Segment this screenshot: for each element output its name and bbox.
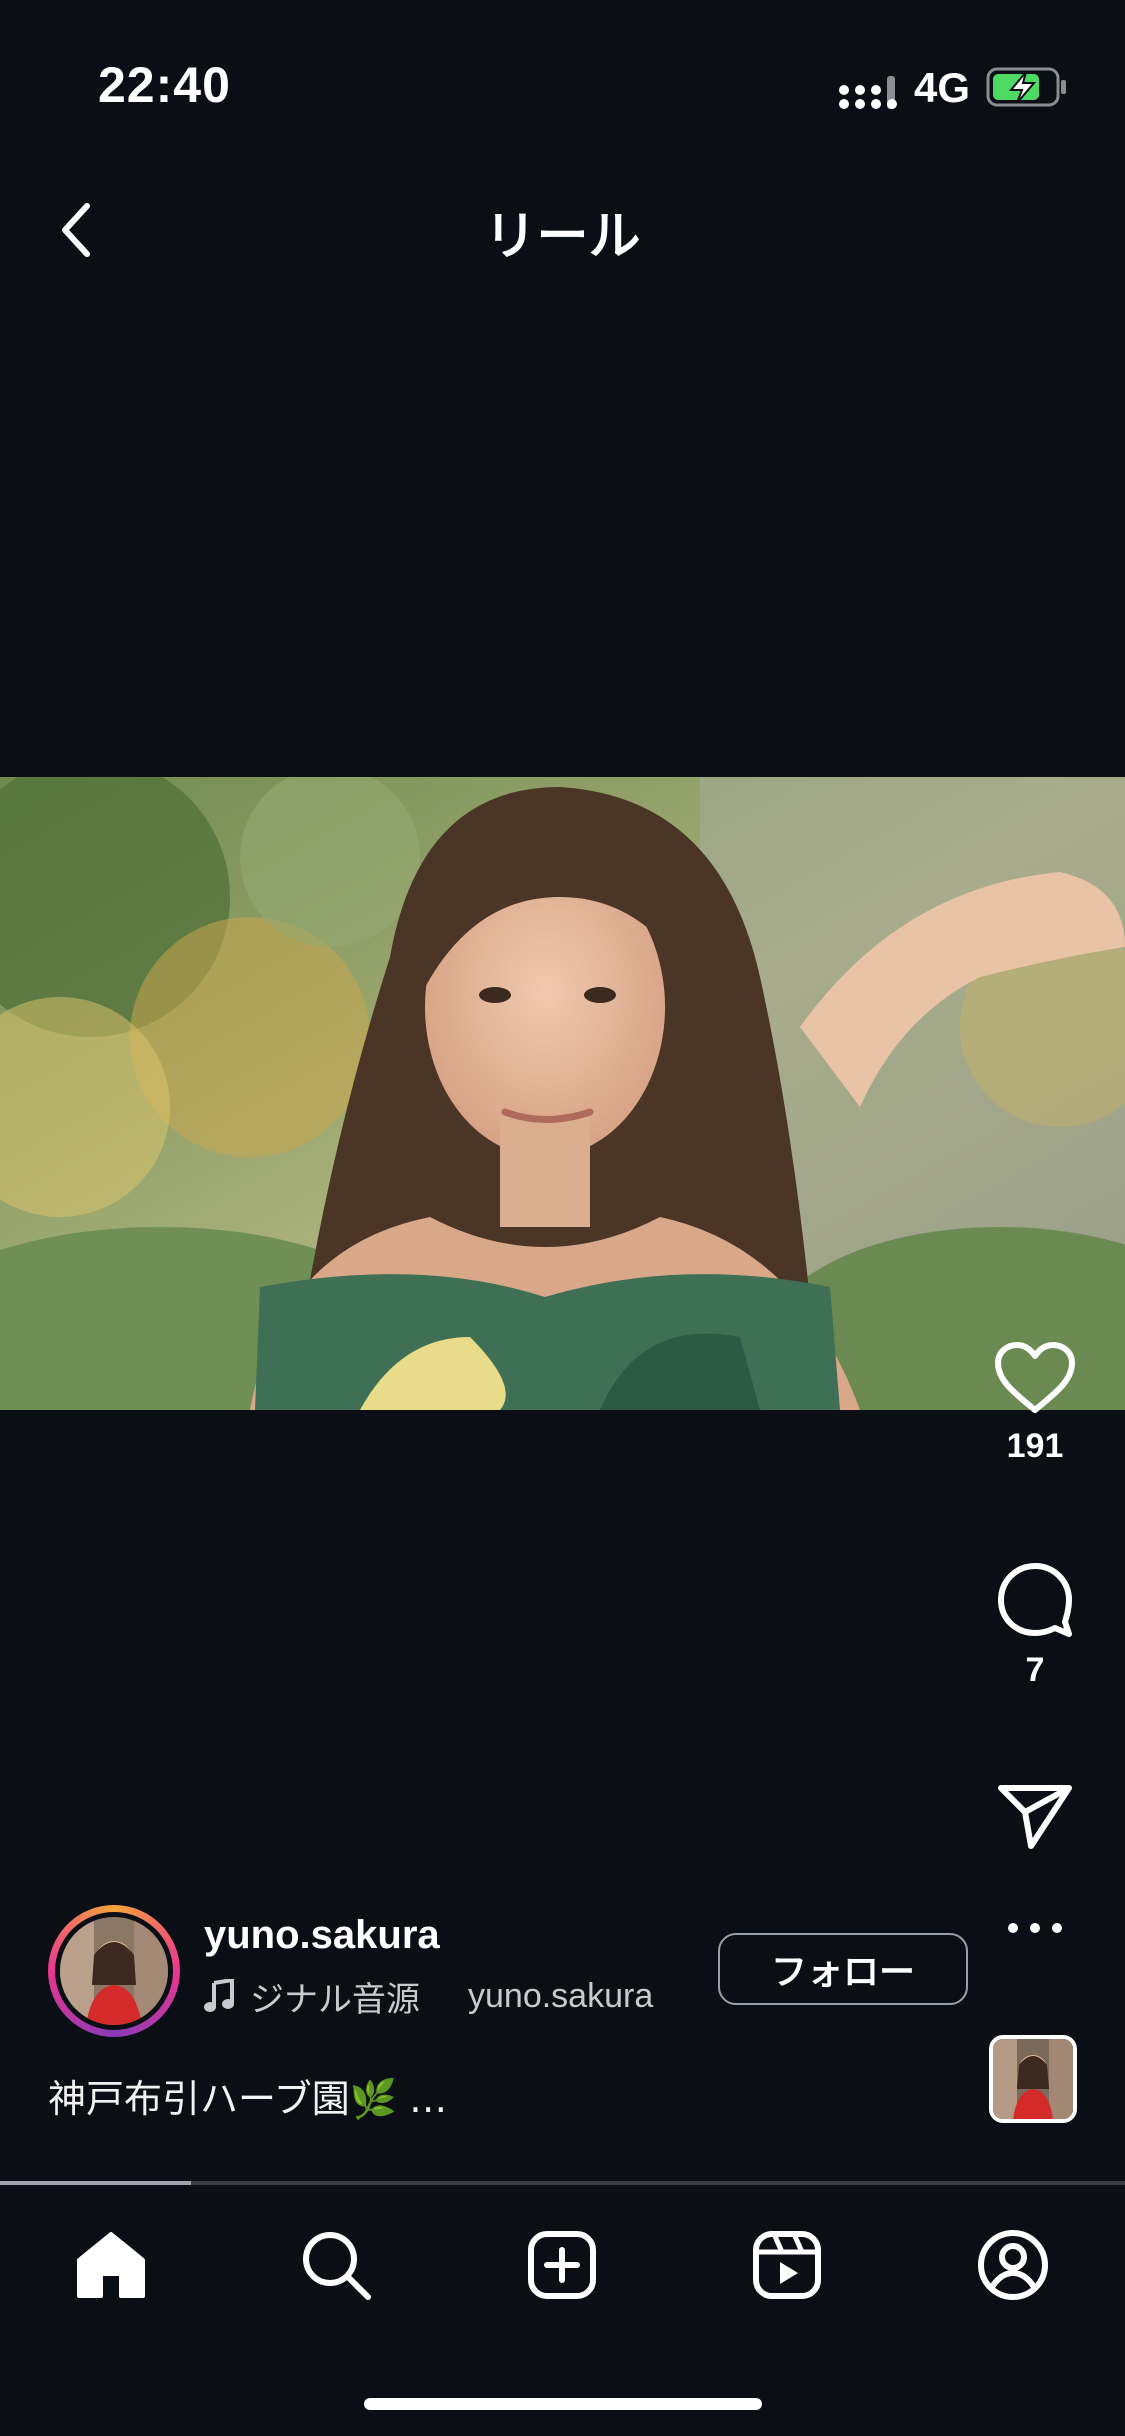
home-icon [77, 2232, 145, 2298]
avatar[interactable] [48, 1905, 180, 2037]
status-time: 22:40 [98, 57, 231, 113]
avatar-image [60, 1917, 168, 2025]
battery-charging-icon [986, 67, 1066, 107]
reels-icon [753, 2231, 821, 2299]
header: リール [0, 180, 1125, 280]
comment-count: 7 [1025, 1651, 1045, 1689]
nav-reels[interactable] [742, 2220, 832, 2310]
nav-home[interactable] [66, 2220, 156, 2310]
author-username[interactable]: yuno.sakura [204, 1913, 440, 1958]
more-options-button[interactable] [980, 1920, 1090, 1941]
plus-square-icon [528, 2231, 596, 2299]
playback-progress[interactable] [0, 2181, 1125, 2185]
audio-artist: yuno.sakura [468, 1976, 654, 2015]
music-note-icon [204, 1979, 234, 2012]
nav-profile[interactable] [968, 2220, 1058, 2310]
like-count: 191 [1006, 1427, 1064, 1465]
search-icon [303, 2232, 371, 2300]
reel-video[interactable] [0, 777, 1125, 1410]
bottom-nav [0, 2186, 1125, 2336]
nav-create[interactable] [517, 2220, 607, 2310]
reel-video-frame [0, 777, 1125, 1410]
audio-title: ジナル音源 [250, 1979, 420, 2020]
network-type: 4G [914, 64, 971, 111]
audio-reel-thumbnail[interactable] [989, 2035, 1077, 2123]
author-row: yuno.sakura ジナル音源 yuno.sakura フォロー [48, 1905, 968, 2037]
signal-icon [839, 76, 897, 109]
page-title: リール [484, 208, 641, 266]
share-button[interactable] [980, 1780, 1090, 1857]
nav-search[interactable] [291, 2220, 381, 2310]
audio-attribution[interactable]: ジナル音源 yuno.sakura [204, 1971, 734, 2021]
paper-plane-icon [998, 1785, 1072, 1849]
playback-progress-fill [0, 2181, 192, 2185]
follow-button[interactable]: フォロー [718, 1933, 968, 2005]
profile-icon [978, 2230, 1048, 2300]
comment-bubble-icon [998, 1563, 1072, 1637]
like-button[interactable]: 191 [980, 1340, 1090, 1466]
heart-icon [995, 1342, 1075, 1413]
status-bar: 22:40 4G [0, 0, 1125, 170]
home-indicator[interactable] [364, 2398, 762, 2410]
audio-thumbnail-image [993, 2039, 1073, 2119]
reel-caption[interactable]: 神戸布引ハーブ園🌿 … [48, 2068, 447, 2123]
more-horizontal-icon [1008, 1923, 1062, 1933]
comment-button[interactable]: 7 [980, 1560, 1090, 1690]
